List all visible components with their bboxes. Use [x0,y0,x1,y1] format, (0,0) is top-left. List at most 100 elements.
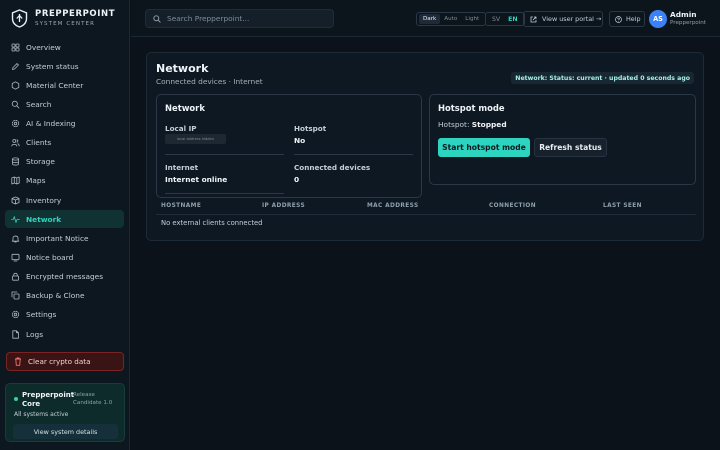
help-label: Help [626,15,641,23]
core-status-card: Prepperpoint Core Release Candidate 1.0 … [5,383,125,442]
sidebar-item-search[interactable]: Search [5,95,124,113]
gear-icon [11,119,20,128]
hotspot-label: Hotspot [294,124,327,133]
internet-field: Internet Internet online [165,163,284,194]
brand-subtitle: SYSTEM CENTER [35,20,96,27]
users-icon [11,139,20,147]
sidebar-item-settings[interactable]: Settings [5,306,124,324]
core-release: Release Candidate 1.0 [73,392,113,407]
sidebar-item-label: Storage [26,157,55,167]
network-panel: Network Local IP local address hidden Ho… [156,94,422,198]
sidebar-item-label: Maps [26,176,46,186]
hotspot-field: Hotspot No [294,124,413,155]
clear-crypto-data-label: Clear crypto data [28,357,91,366]
search-input[interactable] [167,14,327,23]
sidebar-item-maps[interactable]: Maps [5,172,124,190]
clear-crypto-data-button[interactable]: Clear crypto data [6,352,124,371]
top-bar: Dark Auto Light SV EN View user portal →… [131,0,720,37]
search-box[interactable] [145,9,334,28]
sidebar-item-label: System status [26,61,79,71]
sidebar-item-notice-board[interactable]: Notice board [5,249,124,267]
language-option-en[interactable]: EN [504,16,521,23]
connected-devices-field: Connected devices 0 [294,163,413,194]
hotspot-panel-title: Hotspot mode [438,103,505,113]
sidebar-item-label: Notice board [26,253,74,263]
sidebar-item-label: Overview [26,42,61,52]
sidebar-item-encrypted-messages[interactable]: Encrypted messages [5,268,124,286]
core-name: Prepperpoint Core [22,391,75,409]
hotspot-value: No [294,136,306,145]
help-button[interactable]: Help [609,11,645,27]
sidebar-nav: Overview System status Material Center Sear… [5,38,124,344]
sidebar-item-clients[interactable]: Clients [5,134,124,152]
sidebar-item-label: AI & Indexing [26,119,76,129]
local-ip-value: local address hidden [165,134,226,144]
page-subtitle: Connected devices · Internet [156,77,263,86]
trash-icon [15,357,21,366]
theme-option-auto[interactable]: Auto [440,14,461,24]
sidebar-item-material-center[interactable]: Material Center [5,76,124,94]
user-organization: Prepperpoint [670,20,707,26]
refresh-status-button[interactable]: Refresh status [534,138,607,157]
sidebar-item-label: Clients [26,138,52,148]
column-mac-address: MAC ADDRESS [367,203,419,209]
sidebar-item-storage[interactable]: Storage [5,153,124,171]
theme-switcher: Dark Auto Light [416,12,487,26]
theme-option-dark[interactable]: Dark [419,14,441,24]
pulse-icon [11,215,20,223]
network-card: Network Connected devices · Internet Net… [146,52,704,241]
theme-option-light[interactable]: Light [461,14,483,24]
bell-icon [11,235,20,243]
hotspot-status: Hotspot: Stopped [438,120,507,129]
view-user-portal-button[interactable]: View user portal → [523,11,603,27]
copy-icon [11,291,20,300]
local-ip-field: Local IP local address hidden [165,124,284,155]
column-connection: CONNECTION [489,203,536,209]
user-name: Admin [670,10,697,19]
hotspot-panel: Hotspot mode Hotspot: Stopped Start hots… [429,94,696,185]
view-user-portal-label: View user portal → [542,15,602,23]
sidebar-item-label: Search [26,99,52,109]
column-last-seen: LAST SEEN [603,203,642,209]
column-ip-address: IP ADDRESS [262,203,306,209]
gear-icon [11,311,20,319]
lock-icon [12,273,19,281]
hotspot-status-label: Hotspot: [438,120,470,129]
clients-empty-state: No external clients connected [161,219,263,227]
sidebar-item-label: Backup & Clone [26,291,85,301]
sidebar-item-label: Logs [26,329,44,339]
sidebar-item-network[interactable]: Network [5,210,124,229]
clients-table-header: HOSTNAME IP ADDRESS MAC ADDRESS CONNECTI… [156,199,696,215]
page-title: Network [156,62,209,75]
grid-icon [11,43,20,51]
sidebar-item-logs[interactable]: Logs [5,325,124,343]
sidebar-item-overview[interactable]: Overview [5,38,124,56]
sidebar-item-label: Network [26,214,62,224]
view-system-details-button[interactable]: View system details [13,424,118,439]
sidebar-item-label: Encrypted messages [26,272,104,282]
connected-devices-label: Connected devices [294,163,371,172]
sidebar: PREPPERPOINT SYSTEM CENTER Overview Syste… [0,0,130,450]
sidebar-item-ai-indexing[interactable]: AI & Indexing [5,115,124,133]
sidebar-item-system-status[interactable]: System status [5,57,124,75]
box-icon [11,196,20,205]
sidebar-item-important-notice[interactable]: Important Notice [5,229,124,247]
help-icon [615,15,622,23]
document-icon [12,330,19,339]
network-panel-title: Network [165,103,205,113]
core-status-text: All systems active [14,411,69,418]
brand[interactable]: PREPPERPOINT SYSTEM CENTER [11,9,115,28]
sidebar-item-inventory[interactable]: Inventory [5,191,124,209]
start-hotspot-button[interactable]: Start hotspot mode [438,138,530,157]
search-icon [153,14,161,23]
local-ip-label: Local IP [165,124,197,133]
brand-name: PREPPERPOINT [35,9,116,20]
sidebar-item-label: Material Center [26,80,84,90]
sidebar-item-backup-clone[interactable]: Backup & Clone [5,287,124,305]
language-option-sv[interactable]: SV [488,16,504,23]
avatar[interactable]: AS [649,10,667,28]
internet-value: Internet online [165,175,228,184]
column-hostname: HOSTNAME [161,203,202,209]
external-link-icon [530,16,537,22]
search-icon [11,100,20,109]
